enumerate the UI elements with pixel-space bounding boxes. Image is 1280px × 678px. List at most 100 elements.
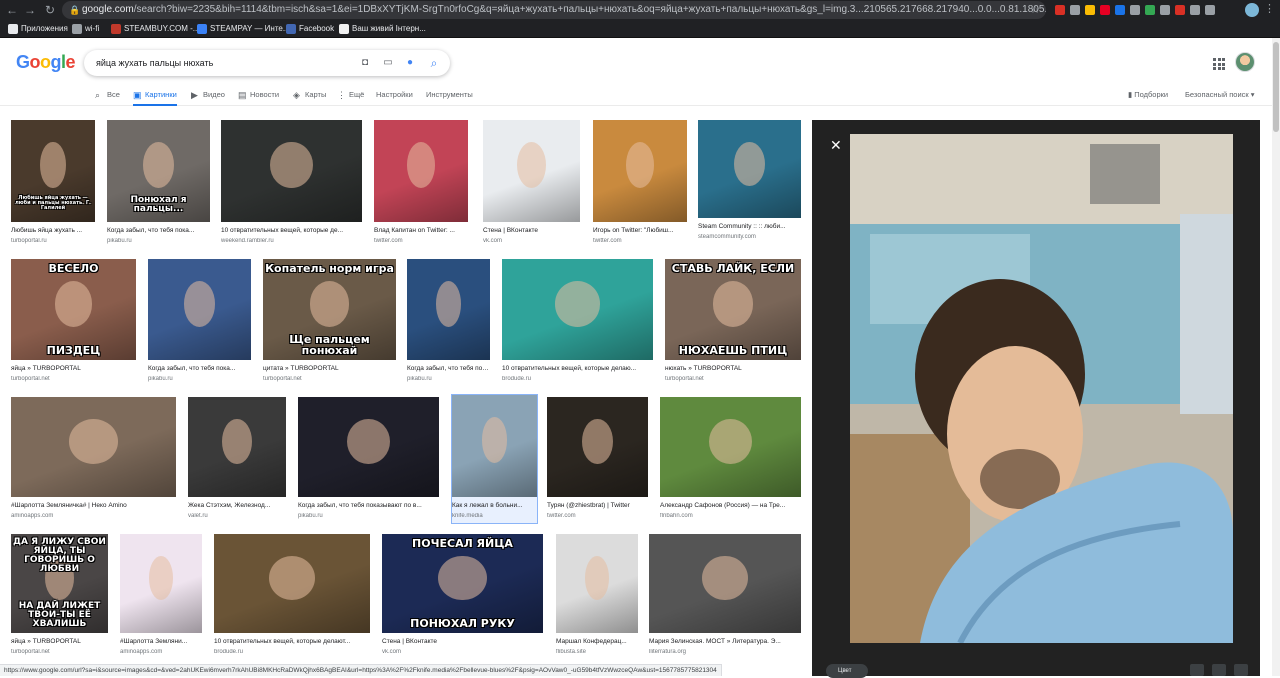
bookmark-item[interactable]: Facebook — [286, 20, 334, 38]
result-title[interactable]: Как я лежал в больни... — [452, 502, 537, 509]
result-source[interactable]: aminoapps.com — [11, 513, 53, 519]
image-result[interactable]: СТАВЬ ЛАЙК, ЕСЛИ НЮХАЕШЬ ПТИЦ нюхать » TUR… — [665, 259, 801, 386]
result-thumbnail[interactable] — [221, 120, 362, 222]
extension-icon[interactable] — [1160, 5, 1170, 15]
tab-0[interactable]: ⌕ Все — [95, 84, 120, 106]
tab-2[interactable]: ▶ Видео — [191, 84, 225, 106]
extension-icon[interactable] — [1115, 5, 1125, 15]
result-source[interactable]: twitter.com — [374, 238, 403, 244]
result-thumbnail[interactable]: Копатель норм игра Ще пальцем понюхай — [263, 259, 396, 360]
result-source[interactable]: turboportal.net — [263, 376, 302, 382]
tab-1[interactable]: ▣ Картинки — [133, 84, 177, 106]
result-thumbnail[interactable]: СТАВЬ ЛАЙК, ЕСЛИ НЮХАЕШЬ ПТИЦ — [665, 259, 801, 360]
result-title[interactable]: Турян (@zhiestbrat) | Twitter — [547, 502, 648, 509]
microphone-icon[interactable]: ● — [402, 55, 418, 71]
result-thumbnail[interactable] — [452, 395, 537, 497]
result-thumbnail[interactable]: ДА Я ЛИЖУ СВОИ ЯЙЦА, ТЫ ГОВОРИШЬ О ЛЮБВИ… — [11, 534, 108, 633]
result-thumbnail[interactable] — [374, 120, 468, 222]
result-source[interactable]: weekend.rambler.ru — [221, 238, 274, 244]
camera-icon[interactable]: ◘ — [357, 55, 373, 71]
result-thumbnail[interactable]: Любишь яйца жухать — люби и пальцы нюхат… — [11, 120, 95, 222]
extension-icon[interactable] — [1190, 5, 1200, 15]
extension-icon[interactable] — [1100, 5, 1110, 15]
preview-image[interactable] — [850, 134, 1233, 643]
result-source[interactable]: brodude.ru — [214, 649, 243, 655]
image-result[interactable]: #Шарлотта Земляничка# | Неко Amino aminoa… — [11, 397, 176, 523]
result-title[interactable]: Когда забыл, что тебя пока... — [148, 365, 251, 372]
result-source[interactable]: flnbahn.com — [660, 513, 693, 519]
result-thumbnail[interactable]: Понюхал я пальцы... — [107, 120, 210, 222]
extension-icon[interactable] — [1085, 5, 1095, 15]
back-arrow-icon[interactable]: ← — [4, 2, 20, 18]
page-scrollbar[interactable] — [1272, 38, 1280, 676]
image-result[interactable]: Влад Капитан on Twitter: ... twitter.com — [374, 120, 468, 248]
result-source[interactable]: steamcommunity.com — [698, 234, 756, 240]
result-thumbnail[interactable] — [148, 259, 251, 360]
result-title[interactable]: #Шарлотта Земляничка# | Неко Amino — [11, 502, 176, 509]
result-source[interactable]: twitter.com — [593, 238, 622, 244]
result-thumbnail[interactable]: ПОЧЕСАЛ ЯЙЦА ПОНЮХАЛ РУКУ — [382, 534, 543, 633]
result-title[interactable]: #Шарлотта Земляни... — [120, 638, 202, 645]
result-source[interactable]: brodude.ru — [502, 376, 531, 382]
scrollbar-thumb[interactable] — [1273, 42, 1279, 132]
image-result[interactable]: Мария Зелинская. МОСТ » Литература. Э...… — [649, 534, 801, 659]
result-source[interactable]: aminoapps.com — [120, 649, 162, 655]
safesearch-dropdown[interactable]: Безопасный поиск ▾ — [1185, 84, 1255, 106]
result-title[interactable]: яйца » TURBOPORTAL — [11, 638, 108, 645]
saved-collections-link[interactable]: ▮ Подборки — [1128, 84, 1168, 106]
more-options-button[interactable] — [1234, 664, 1248, 676]
result-title[interactable]: Когда забыл, что тебя пока... — [407, 365, 490, 372]
result-thumbnail[interactable] — [11, 397, 176, 497]
result-thumbnail[interactable] — [214, 534, 370, 633]
result-title[interactable]: Игорь on Twitter: "Любиш... — [593, 227, 687, 234]
result-source[interactable]: twitter.com — [547, 513, 576, 519]
image-result[interactable]: 10 отвратительных вещей, которые де... we… — [221, 120, 362, 248]
close-icon[interactable]: ✕ — [830, 138, 842, 152]
result-source[interactable]: pikabu.ru — [298, 513, 323, 519]
result-source[interactable]: turboportal.net — [665, 376, 704, 382]
result-thumbnail[interactable] — [188, 397, 286, 497]
result-title[interactable]: Влад Капитан on Twitter: ... — [374, 227, 468, 234]
image-result[interactable]: 10 отвратительных вещей, которые делают.… — [214, 534, 370, 659]
result-source[interactable]: vk.com — [483, 238, 502, 244]
result-source[interactable]: pikabu.ru — [148, 376, 173, 382]
result-source[interactable]: turboportal.ru — [11, 238, 47, 244]
image-result[interactable]: ДА Я ЛИЖУ СВОИ ЯЙЦА, ТЫ ГОВОРИШЬ О ЛЮБВИ… — [11, 534, 108, 659]
result-title[interactable]: Когда забыл, что тебя пока... — [107, 227, 210, 234]
result-thumbnail[interactable] — [547, 397, 648, 497]
result-thumbnail[interactable] — [660, 397, 801, 497]
extension-icon[interactable] — [1145, 5, 1155, 15]
extension-icon[interactable] — [1205, 5, 1215, 15]
result-title[interactable]: Стена | ВКонтакте — [382, 638, 543, 645]
image-result[interactable]: Когда забыл, что тебя пока... pikabu.ru — [148, 259, 251, 386]
extension-icon[interactable] — [1175, 5, 1185, 15]
image-result[interactable]: Игорь on Twitter: "Любиш... twitter.com — [593, 120, 687, 248]
result-thumbnail[interactable] — [407, 259, 490, 360]
result-source[interactable]: turboportal.net — [11, 376, 50, 382]
apps-grid-icon[interactable] — [1213, 58, 1225, 70]
result-title[interactable]: Жека Стэтхэм, Железнод... — [188, 502, 286, 509]
result-thumbnail[interactable]: ВЕСЕЛО ПИЗДЕЦ — [11, 259, 136, 360]
keyboard-icon[interactable]: ▭ — [380, 55, 396, 71]
result-source[interactable]: pikabu.ru — [107, 238, 132, 244]
user-avatar[interactable] — [1235, 52, 1255, 72]
image-result[interactable]: Стена | ВКонтакте vk.com — [483, 120, 580, 248]
result-source[interactable]: vk.com — [382, 649, 401, 655]
result-thumbnail[interactable] — [698, 120, 801, 218]
bookmark-item[interactable]: STEAMPAY — Инте... — [197, 20, 290, 38]
result-thumbnail[interactable] — [483, 120, 580, 222]
extension-icon[interactable] — [1055, 5, 1065, 15]
extension-icon[interactable] — [1070, 5, 1080, 15]
image-result[interactable]: ВЕСЕЛО ПИЗДЕЦ яйца » TURBOPORTAL turboporta… — [11, 259, 136, 386]
result-thumbnail[interactable] — [298, 397, 439, 497]
search-box[interactable]: яйца жухать пальцы нюхать ◘ ▭ ● ⌕ — [84, 50, 450, 76]
result-source[interactable]: valet.ru — [188, 513, 208, 519]
tab-6[interactable]: Настройки — [376, 84, 413, 106]
address-bar[interactable]: 🔒 google.com/search?biw=2235&bih=1114&tb… — [62, 1, 1046, 19]
image-result[interactable]: Турян (@zhiestbrat) | Twitter twitter.com — [547, 397, 648, 523]
result-title[interactable]: 10 отвратительных вещей, которые делаю..… — [502, 365, 653, 372]
result-source[interactable]: knife.media — [452, 513, 483, 519]
browser-menu-icon[interactable]: ⋮ — [1264, 2, 1275, 15]
result-title[interactable]: Steam Community :: :: люби... — [698, 223, 801, 230]
result-thumbnail[interactable] — [120, 534, 202, 633]
